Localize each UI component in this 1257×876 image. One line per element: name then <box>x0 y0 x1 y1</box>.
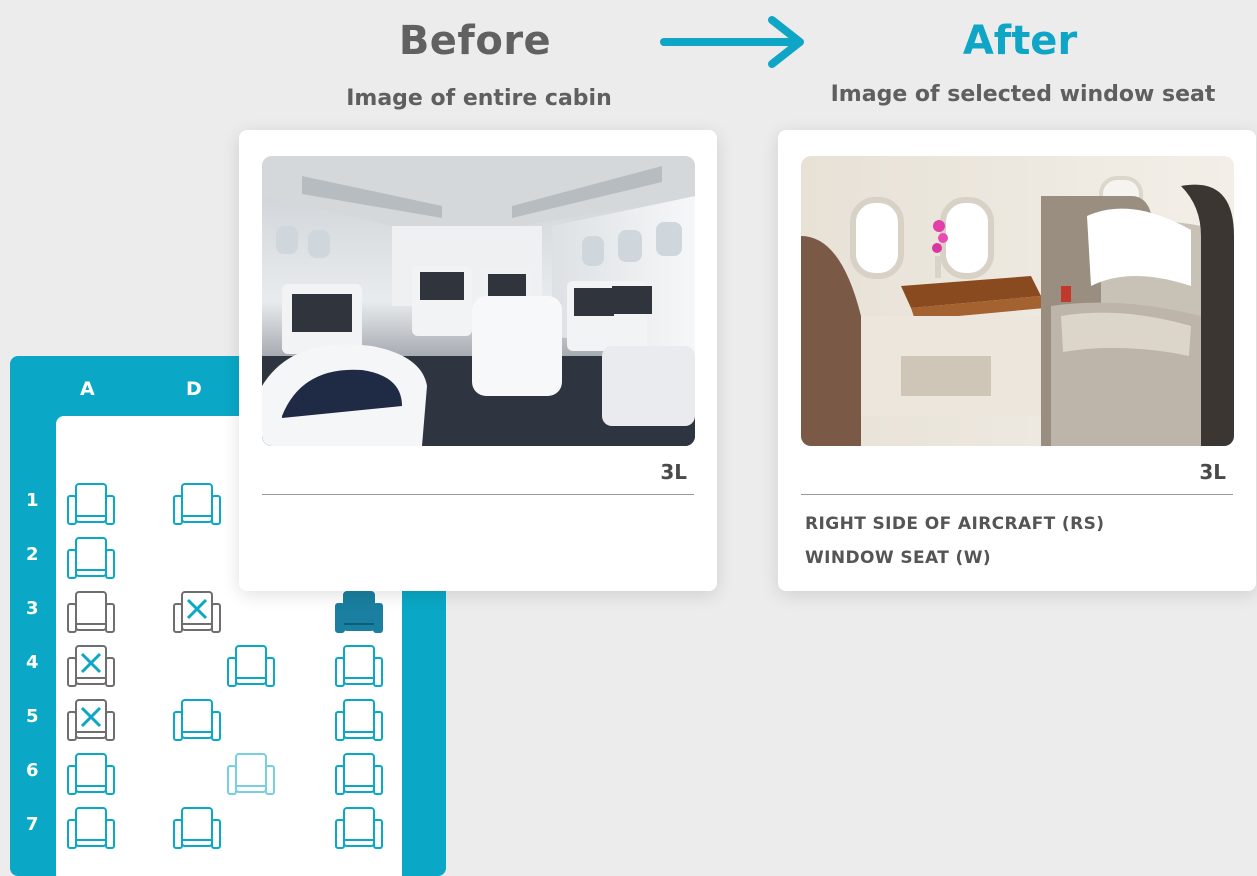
row-label-7: 7 <box>26 814 39 835</box>
seat-4f[interactable] <box>226 644 276 690</box>
seat-type-description: WINDOW SEAT (W) <box>805 548 992 568</box>
seat-6l[interactable] <box>334 752 384 798</box>
after-divider <box>801 494 1233 495</box>
seat-5a <box>66 698 116 744</box>
after-title: After <box>962 18 1078 64</box>
row-label-2: 2 <box>26 544 39 565</box>
before-divider <box>262 494 694 495</box>
arrow-right-icon <box>660 16 804 68</box>
seat-1d[interactable] <box>172 482 222 528</box>
before-seat-code: 3L <box>660 460 687 484</box>
seat-3l[interactable] <box>334 590 384 636</box>
row-label-1: 1 <box>26 490 39 511</box>
after-card: 3L RIGHT SIDE OF AIRCRAFT (RS) WINDOW SE… <box>778 130 1256 591</box>
before-title: Before <box>398 18 552 64</box>
column-label-a: A <box>80 378 95 400</box>
seat-side-description: RIGHT SIDE OF AIRCRAFT (RS) <box>805 514 1105 534</box>
window-seat-image <box>801 156 1234 446</box>
cabin-overview-image <box>262 156 695 446</box>
seat-5l[interactable] <box>334 698 384 744</box>
seat-5d[interactable] <box>172 698 222 744</box>
seat-7d[interactable] <box>172 806 222 852</box>
after-seat-code: 3L <box>1199 460 1226 484</box>
seat-1a[interactable] <box>66 482 116 528</box>
row-label-6: 6 <box>26 760 39 781</box>
seat-3a <box>66 590 116 636</box>
seat-6a[interactable] <box>66 752 116 798</box>
seat-6f[interactable] <box>226 752 276 798</box>
seat-4a <box>66 644 116 690</box>
seat-7a[interactable] <box>66 806 116 852</box>
column-label-d: D <box>186 378 202 400</box>
seat-2a[interactable] <box>66 536 116 582</box>
row-label-5: 5 <box>26 706 39 727</box>
after-subtitle: Image of selected window seat <box>830 82 1216 107</box>
seat-7l[interactable] <box>334 806 384 852</box>
before-subtitle: Image of entire cabin <box>346 86 612 111</box>
seat-3d <box>172 590 222 636</box>
row-label-4: 4 <box>26 652 39 673</box>
before-card: 3L <box>239 130 717 591</box>
seat-4l[interactable] <box>334 644 384 690</box>
row-label-3: 3 <box>26 598 39 619</box>
